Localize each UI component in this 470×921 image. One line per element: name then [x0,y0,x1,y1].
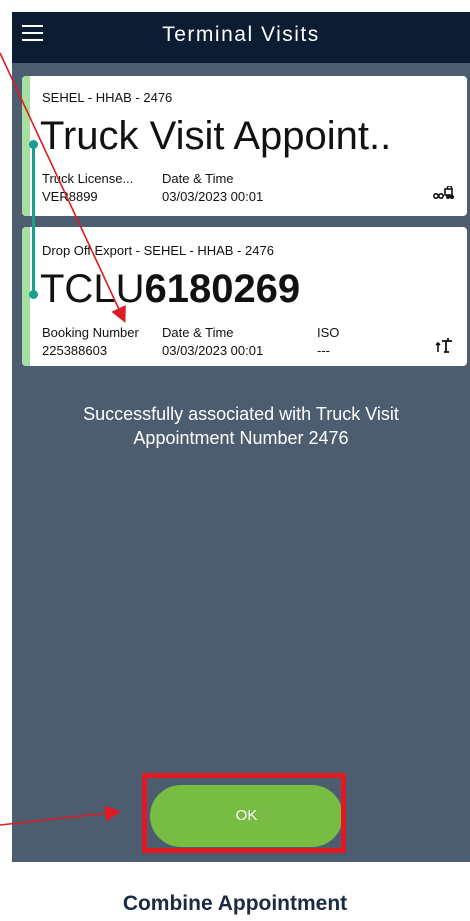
arrow-to-ok-button [0,805,122,826]
figure-caption: Combine Appointment [122,892,348,915]
arrow-to-container-card [0,52,126,323]
annotation-arrows [0,52,126,826]
